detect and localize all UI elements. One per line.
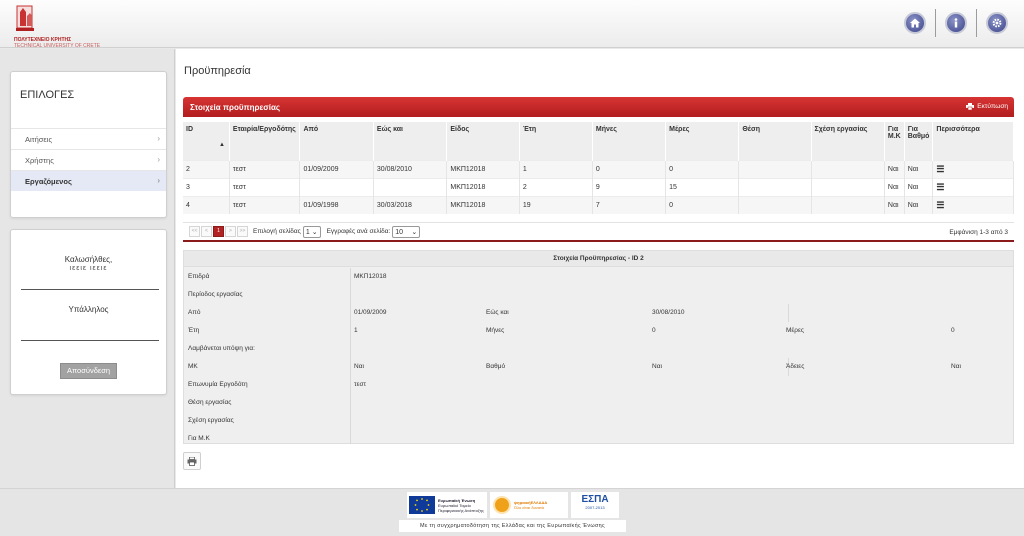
per-page-select[interactable]: 10 ⌄ [392, 225, 421, 238]
pagination-bar: << < 1 > >> Επιλογή σελίδας 1 ⌄ Εγγραφές… [183, 222, 1014, 242]
sidebar-item-label: Χρήστης [25, 156, 54, 165]
per-page-label: Εγγραφές ανά σελίδα: [326, 228, 391, 235]
column-header-id[interactable]: ID ▲ [183, 122, 230, 160]
records-info: Εμφάνιση 1-3 από 3 [949, 229, 1008, 236]
sidebar: ΕΠΙΛΟΓΕΣ Αιτήσεις › Χρήστης › Εργαζόμενο… [0, 49, 175, 488]
list-icon[interactable]: ☰ [936, 182, 944, 192]
settings-button[interactable] [986, 12, 1008, 34]
table-row[interactable]: 4 τεστ 01/09/1998 30/03/2018 ΜΚΠ12018 19… [183, 195, 1014, 214]
sidebar-item-label: Αιτήσεις [25, 135, 53, 144]
header-divider [935, 9, 936, 37]
panel-header: Στοιχεία προϋπηρεσίας Εκτύπωση [183, 97, 1014, 117]
detail-row: Επωνυμία Εργοδότη τεστ [188, 381, 367, 388]
chevron-right-icon: › [157, 176, 160, 185]
chevron-right-icon: › [157, 134, 160, 143]
page-title: Προϋπηρεσία [184, 65, 251, 77]
column-header-from[interactable]: Από [299, 122, 374, 160]
header-actions [904, 9, 1008, 37]
info-button[interactable] [945, 12, 967, 34]
sidebar-item-user[interactable]: Χρήστης › [11, 149, 166, 170]
next-page-button[interactable]: > [225, 226, 236, 237]
column-header-for-mk[interactable]: Για Μ.Κ [884, 122, 905, 160]
sidebar-item-label: Εργαζόμενος [25, 177, 72, 186]
print-label: Εκτύπωση [977, 103, 1008, 110]
logout-button[interactable]: Αποσύνδεση [60, 363, 117, 379]
info-icon [954, 18, 958, 28]
footer: Ευρωπαϊκή Ένωση Ευρωπαϊκό Ταμείο Περιφερ… [0, 488, 1024, 536]
column-header-position[interactable]: Θέση [738, 122, 812, 160]
column-header-to[interactable]: Εώς και [373, 122, 448, 160]
details-panel: Στοιχεία Προϋπηρεσίας - ID 2 Επιδρά ΜΚΠ1… [183, 250, 1014, 444]
sidebar-item-applications[interactable]: Αιτήσεις › [11, 128, 166, 149]
page-select[interactable]: 1 ⌄ [302, 225, 321, 238]
divider [21, 289, 159, 290]
username: ιεειε ιεειε [69, 265, 108, 272]
digital-greece-emblem-icon [493, 496, 511, 514]
detail-row: Από 01/09/2009 Εώς και 30/08/2010 [188, 309, 685, 316]
eu-flag-icon [409, 496, 435, 514]
sort-asc-icon: ▲ [218, 142, 225, 148]
print-details-button[interactable] [183, 452, 201, 470]
sidebar-item-employee[interactable]: Εργαζόμενος › [11, 170, 166, 191]
user-panel: Καλωσήλθες, ιεειε ιεειε Υπάλληλος Αποσύν… [10, 229, 167, 395]
home-button[interactable] [904, 12, 926, 34]
list-icon[interactable]: ☰ [936, 164, 944, 174]
funding-logos: Ευρωπαϊκή Ένωση Ευρωπαϊκό Ταμείο Περιφερ… [407, 492, 619, 518]
table-row[interactable]: 2 τεστ 01/09/2009 30/08/2010 ΜΚΠ12018 1 … [183, 159, 1014, 178]
detail-row: Θέση εργασίας [188, 399, 232, 406]
first-page-button[interactable]: << [189, 226, 200, 237]
print-button[interactable]: Εκτύπωση [966, 103, 1008, 110]
column-header-for-grade[interactable]: Για Βαθμό [904, 122, 934, 160]
chevron-right-icon: › [157, 155, 160, 164]
tuc-logo-icon [16, 5, 34, 31]
column-header-more: Περισσότερα [932, 122, 1014, 160]
column-header-months[interactable]: Μήνες [592, 122, 667, 160]
table-row[interactable]: 3 τεστ ΜΚΠ12018 2 9 15 Ναι Ναι ☰ [183, 177, 1014, 196]
list-icon[interactable]: ☰ [936, 200, 944, 210]
current-page-button[interactable]: 1 [213, 226, 224, 237]
university-logo[interactable]: ΠΟΛΥΤΕΧΝΕΙΟ ΚΡΗΤΗΣ TECHNICAL UNIVERSITY … [12, 2, 112, 49]
table-header-row: ID ▲ Εταιρία/Εργοδότης Από Εώς και Είδος … [183, 122, 1014, 160]
settings-icon [992, 18, 1002, 28]
app-header: ΠΟΛΥΤΕΧΝΕΙΟ ΚΡΗΤΗΣ TECHNICAL UNIVERSITY … [0, 0, 1024, 49]
divider [21, 340, 159, 341]
column-header-years[interactable]: Έτη [519, 122, 593, 160]
printer-icon [187, 456, 197, 466]
column-header-days[interactable]: Μέρες [665, 122, 740, 160]
digital-greece-logo: ψηφιακήΕΛΛΑΔΑ Όλο είναι δυνατά [490, 492, 568, 518]
last-page-button[interactable]: >> [237, 226, 248, 237]
main-content: Προϋπηρεσία Στοιχεία προϋπηρεσίας Εκτύπω… [176, 49, 1024, 488]
cofunding-caption: Με τη συγχρηματοδότηση της Ελλάδας και τ… [399, 520, 626, 532]
header-divider [976, 9, 977, 37]
eu-logo: Ευρωπαϊκή Ένωση Ευρωπαϊκό Ταμείο Περιφερ… [407, 492, 487, 518]
detail-row: Για Μ.Κ [188, 435, 210, 442]
detail-row: Λαμβάνεται υπόψη για: [188, 345, 255, 352]
detail-row: Έτη 1 Μήνες 0 Μέρες 0 [188, 327, 955, 334]
options-menu: ΕΠΙΛΟΓΕΣ Αιτήσεις › Χρήστης › Εργαζόμενο… [10, 71, 167, 218]
service-table: ID ▲ Εταιρία/Εργοδότης Από Εώς και Είδος … [183, 122, 1014, 214]
column-header-relation[interactable]: Σχέση εργασίας [811, 122, 885, 160]
welcome-text: Καλωσήλθες, [64, 255, 113, 264]
details-title: Στοιχεία Προϋπηρεσίας - ID 2 [184, 251, 1013, 267]
home-icon [910, 18, 920, 28]
detail-row: Περίοδος εργασίας [188, 291, 243, 298]
espa-logo: ΕΣΠΑ 2007-2013 [571, 492, 619, 518]
chevron-down-icon: ⌄ [311, 228, 318, 236]
printer-icon [966, 103, 975, 110]
prev-page-button[interactable]: < [201, 226, 212, 237]
panel-title: Στοιχεία προϋπηρεσίας [190, 103, 281, 112]
chevron-down-icon: ⌄ [411, 228, 418, 236]
column-header-employer[interactable]: Εταιρία/Εργοδότης [229, 122, 301, 160]
detail-row: ΜΚ Ναι Βαθμό Ναι Άδειες Ναι [188, 363, 961, 370]
user-role: Υπάλληλος [68, 305, 109, 314]
detail-row: Σχέση εργασίας [188, 417, 234, 424]
detail-row: Επιδρά ΜΚΠ12018 [188, 273, 387, 280]
column-header-type[interactable]: Είδος [446, 122, 520, 160]
menu-title: ΕΠΙΛΟΓΕΣ [20, 89, 75, 101]
page-select-label: Επιλογή σελίδας [253, 228, 301, 235]
